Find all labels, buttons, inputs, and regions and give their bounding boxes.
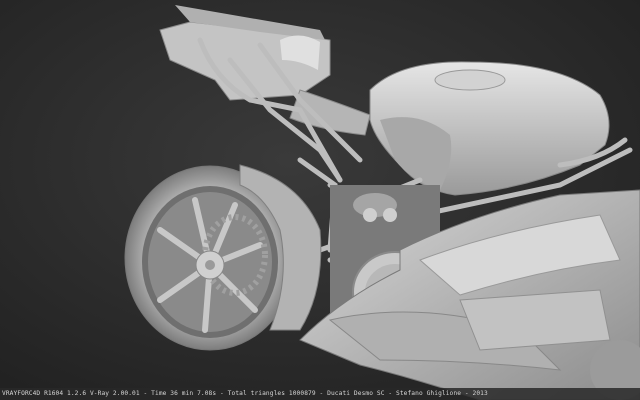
render-status-bar: VRAYFORC4D R1604 1.2.6 V-Ray 2.00.01 - T… xyxy=(0,388,640,400)
motorcycle-render xyxy=(0,0,640,400)
render-viewport: VRAYFORC4D R1604 1.2.6 V-Ray 2.00.01 - T… xyxy=(0,0,640,400)
